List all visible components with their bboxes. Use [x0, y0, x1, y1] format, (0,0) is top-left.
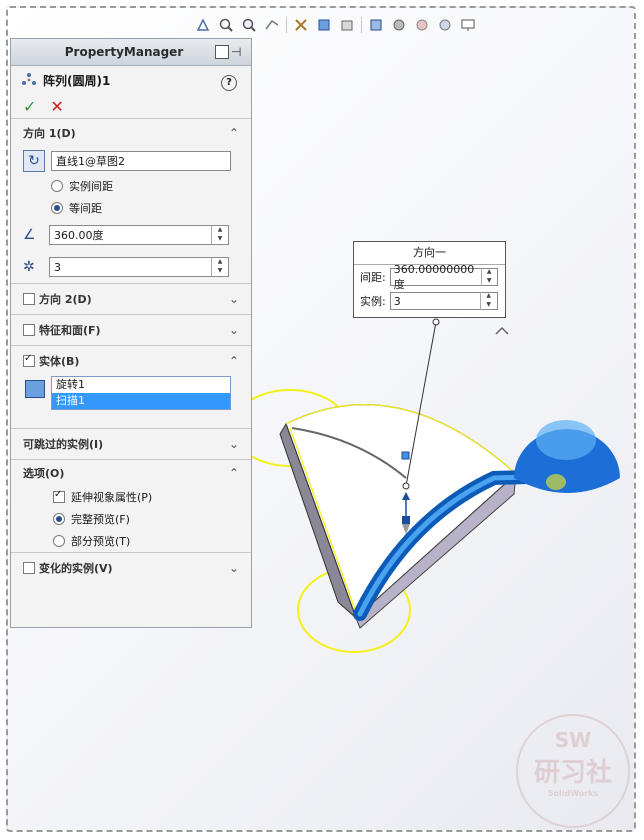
callout-instances-label: 实例:: [360, 295, 386, 308]
direction2-checkbox[interactable]: [23, 293, 35, 305]
instance-spacing-radio-row[interactable]: 实例间距: [11, 175, 251, 197]
body-item-selected[interactable]: 扫描1: [52, 393, 230, 409]
angle-field[interactable]: 360.00度 ▲ ▼: [49, 225, 229, 245]
options-section: 选项(O) ⌃ 延伸视象属性(P) 完整预览(F) 部分预览(T): [11, 459, 251, 552]
bodies-listbox[interactable]: 旋转1 扫描1: [51, 376, 231, 410]
expand-chevron-icon[interactable]: ⌄: [229, 561, 239, 575]
help-icon[interactable]: ?: [221, 75, 237, 91]
equal-spacing-radio[interactable]: [51, 202, 63, 214]
cancel-x-icon[interactable]: ✕: [50, 97, 63, 116]
bodies-section: 实体(B) ⌃ 旋转1 扫描1: [11, 345, 251, 428]
collapse-chevron-icon[interactable]: ⌃: [229, 354, 239, 368]
vary-instances-header[interactable]: 变化的实例(V) ⌄: [11, 553, 251, 583]
features-faces-section: 特征和面(F) ⌄: [11, 314, 251, 345]
bodies-list-row: 旋转1 扫描1: [11, 376, 251, 428]
propagate-visual-checkbox[interactable]: [53, 489, 65, 503]
ok-cancel-row: ✓ ✕: [11, 94, 251, 118]
bodies-header[interactable]: 实体(B) ⌃: [11, 346, 251, 376]
features-faces-header[interactable]: 特征和面(F) ⌄: [11, 315, 251, 345]
expand-chevron-icon[interactable]: ⌄: [229, 292, 239, 306]
vary-instances-checkbox[interactable]: [23, 562, 35, 574]
window-frame: 方向一 间距: 360.00000000度 ▲ ▼ 实例: 3 ▲ ▼ Proper…: [6, 6, 636, 832]
callout-instances-field[interactable]: 3 ▲ ▼: [389, 292, 498, 310]
reverse-direction-icon[interactable]: ↻: [23, 150, 45, 172]
watermark-logo: SW 研习社 SolidWorks: [516, 714, 630, 828]
count-field[interactable]: 3 ▲ ▼: [49, 257, 229, 277]
equal-spacing-radio-row[interactable]: 等间距: [11, 197, 251, 219]
pm-header-title: PropertyManager: [64, 45, 184, 59]
partial-preview-row[interactable]: 部分预览(T): [11, 530, 251, 552]
angle-icon: ∠: [23, 227, 36, 243]
direction2-header[interactable]: 方向 2(D) ⌄: [11, 284, 251, 314]
direction1-section: 方向 1(D) ⌃ ↻ 直线1@草图2 实例间距 等间距 ∠ 360.00度 ▲…: [11, 118, 251, 283]
instance-spacing-radio[interactable]: [51, 180, 63, 192]
angle-row: ∠ 360.00度 ▲ ▼: [11, 219, 251, 251]
skip-instances-section: 可跳过的实例(I) ⌄: [11, 428, 251, 459]
skip-instances-header[interactable]: 可跳过的实例(I) ⌄: [11, 429, 251, 459]
property-manager-panel: PropertyManager ⊣ 阵列(圆周)1 ? ✓ ✕ 方向 1(D) …: [10, 38, 252, 628]
circular-pattern-icon: [22, 73, 36, 85]
count-row: ✲ 3 ▲ ▼: [11, 251, 251, 283]
vary-instances-section: 变化的实例(V) ⌄: [11, 552, 251, 583]
feature-name: 阵列(圆周)1: [43, 73, 111, 88]
partial-preview-radio[interactable]: [53, 535, 65, 547]
bodies-checkbox[interactable]: [23, 353, 35, 367]
pin-icon[interactable]: ⊣: [231, 45, 241, 59]
full-preview-row[interactable]: 完整预览(F): [11, 508, 251, 530]
count-spinner[interactable]: ▲ ▼: [211, 258, 228, 276]
options-header[interactable]: 选项(O) ⌃: [11, 460, 251, 486]
axis-row: ↻ 直线1@草图2: [11, 147, 251, 175]
body-item[interactable]: 旋转1: [52, 377, 230, 393]
features-faces-checkbox[interactable]: [23, 324, 35, 336]
feature-title-row: 阵列(圆周)1: [11, 66, 251, 94]
propagate-visual-row[interactable]: 延伸视象属性(P): [11, 486, 251, 508]
callout-instances-spinner[interactable]: ▲ ▼: [479, 292, 497, 310]
ok-check-icon[interactable]: ✓: [23, 97, 36, 116]
callout-spacing-field[interactable]: 360.00000000度 ▲ ▼: [389, 263, 498, 291]
instances-count-icon: ✲: [23, 259, 35, 275]
angle-spinner[interactable]: ▲ ▼: [211, 226, 228, 244]
full-preview-radio[interactable]: [53, 513, 65, 525]
solid-body-icon: [25, 380, 45, 398]
direction1-header[interactable]: 方向 1(D) ⌃: [11, 119, 251, 147]
expand-chevron-icon[interactable]: ⌄: [229, 323, 239, 337]
pm-header: PropertyManager ⊣: [11, 39, 251, 66]
collapse-chevron-icon[interactable]: ⌃: [229, 126, 239, 140]
pm-toggle-icon[interactable]: [215, 45, 229, 59]
direction2-section: 方向 2(D) ⌄: [11, 283, 251, 314]
expand-chevron-icon[interactable]: ⌄: [229, 437, 239, 451]
callout-spacing-spinner[interactable]: ▲ ▼: [480, 268, 497, 286]
direction1-callout: 方向一 间距: 360.00000000度 ▲ ▼ 实例: 3 ▲ ▼: [353, 241, 506, 318]
axis-selection-field[interactable]: 直线1@草图2: [51, 151, 231, 171]
collapse-chevron-icon[interactable]: ⌃: [229, 466, 239, 480]
callout-spacing-label: 间距:: [360, 271, 386, 284]
